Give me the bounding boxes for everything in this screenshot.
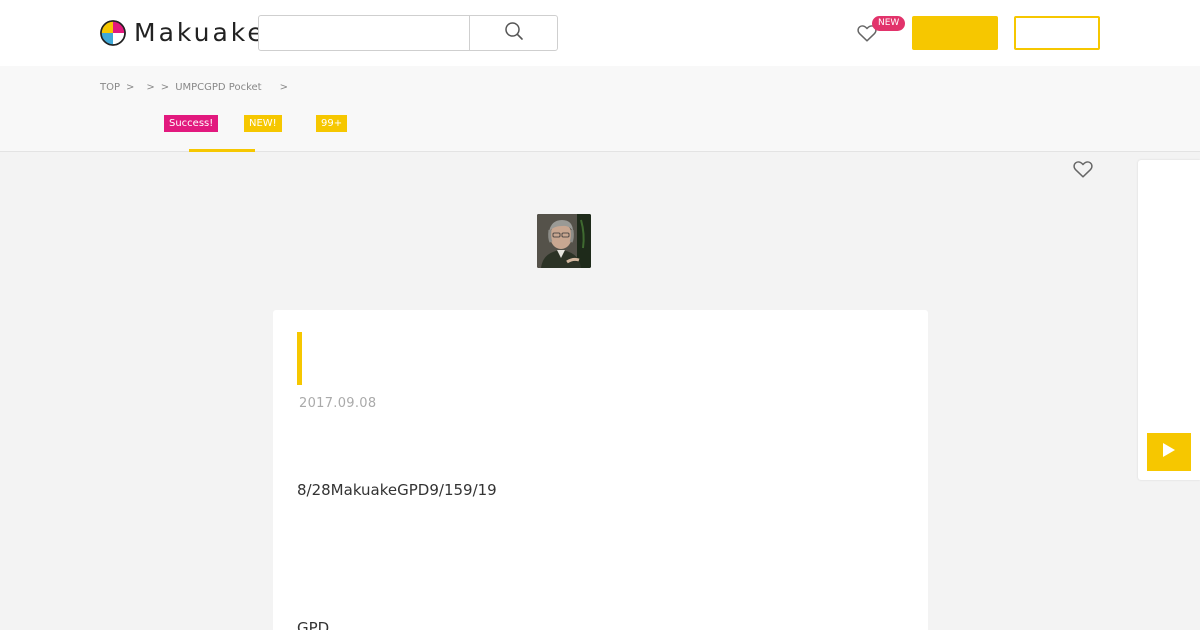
active-tab-indicator: [189, 149, 255, 152]
search-input[interactable]: [259, 16, 469, 50]
logo-wordmark: Makuake: [134, 18, 266, 47]
new-badge: NEW: [872, 16, 906, 31]
success-badge: Success!: [164, 115, 219, 132]
site-header: Makuake NEW: [0, 0, 1200, 66]
activity-report-card: 2017.09.08 8/28MakuakeGPD9/159/19 GPD: [273, 310, 928, 630]
report-paragraph: 8/28MakuakeGPD9/159/19: [297, 481, 497, 499]
report-date: 2017.09.08: [299, 396, 377, 411]
header-secondary-button[interactable]: [1014, 16, 1100, 50]
search-box: [258, 15, 558, 51]
project-owner-avatar[interactable]: [537, 214, 591, 268]
search-button[interactable]: [469, 16, 557, 50]
project-tabs: Success! NEW! 99+: [0, 66, 1200, 152]
report-paragraph: GPD: [297, 619, 330, 630]
side-video-panel: [1138, 160, 1200, 480]
makuake-logo[interactable]: Makuake: [100, 19, 266, 47]
report-title-accent-bar: [297, 332, 302, 385]
header-primary-button[interactable]: [912, 16, 998, 50]
search-icon: [504, 21, 524, 45]
new-badge: NEW!: [244, 115, 282, 132]
count-badge: 99+: [316, 115, 348, 132]
project-subheader: TOP > > > UMPCGPD Pocket > Success! NEW!…: [0, 66, 1200, 152]
project-favorite-heart-icon[interactable]: [1072, 158, 1094, 180]
play-button[interactable]: [1147, 433, 1191, 471]
play-icon: [1162, 442, 1176, 462]
makuake-logo-mark-icon: [100, 20, 126, 46]
